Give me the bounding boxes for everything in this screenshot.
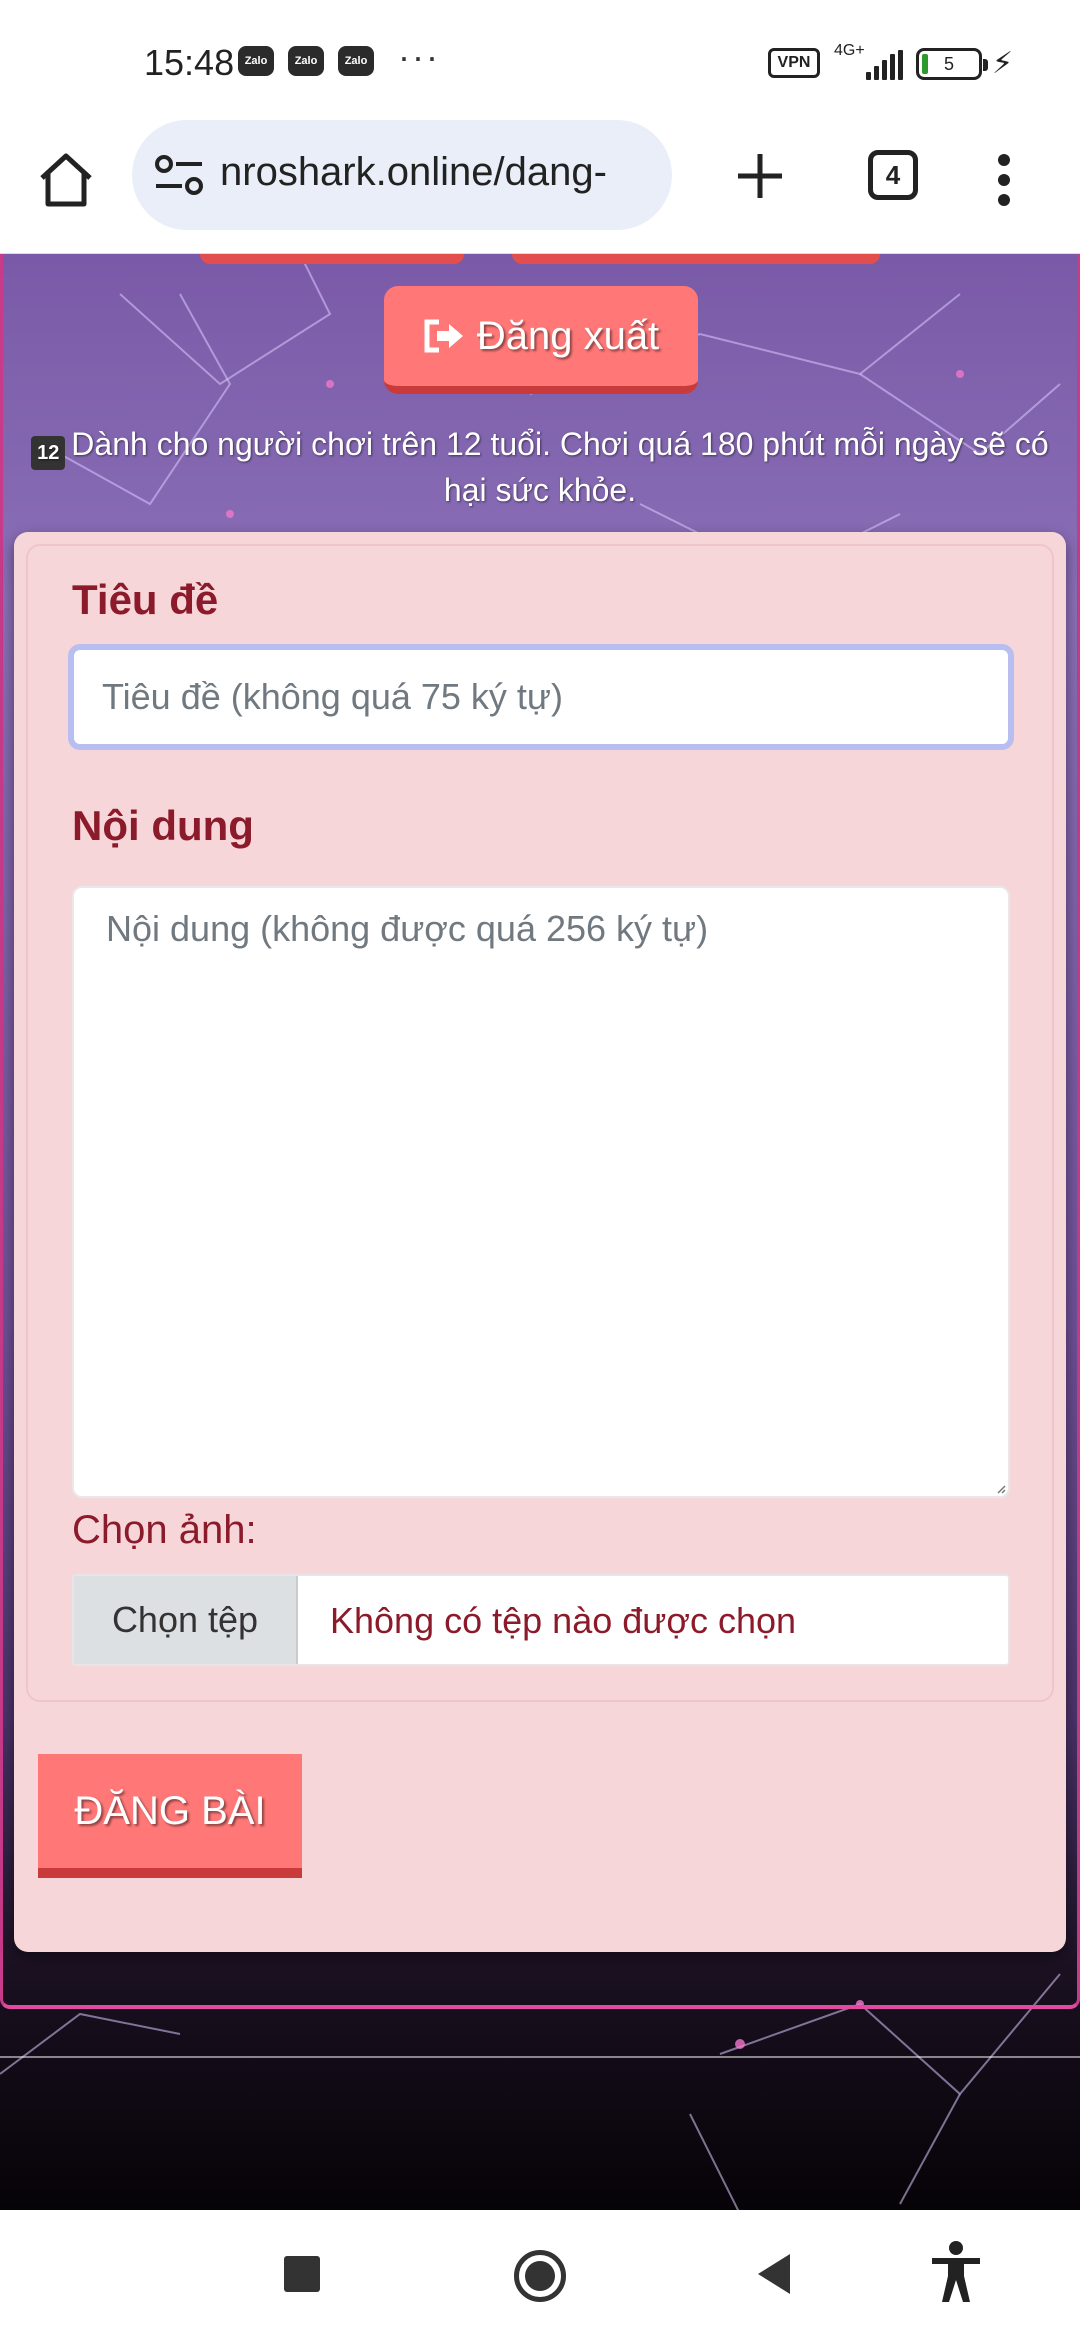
age-rating-icon: 12 [31, 436, 66, 470]
new-tab-icon[interactable] [730, 146, 790, 206]
url-text[interactable]: nroshark.online/dang- [220, 150, 660, 195]
back-icon[interactable] [758, 2254, 790, 2294]
logout-icon [424, 319, 463, 353]
age-warning: 12 Dành cho người chơi trên 12 tuổi. Chơi… [14, 424, 1066, 510]
battery-level: 5 [943, 53, 954, 74]
status-bar: 15:48 Zalo Zalo Zalo ··· VPN 4G+ 5 ⚡ [0, 0, 1080, 120]
footer-divider [0, 2056, 1080, 2058]
home-icon[interactable] [36, 150, 96, 210]
logout-label: Đăng xuất [476, 313, 660, 358]
more-notifications-icon: ··· [398, 36, 440, 77]
battery-icon: 5 [916, 48, 988, 80]
system-navigation-bar [0, 2210, 1080, 2340]
submit-post-button[interactable]: ĐĂNG BÀI [38, 1754, 302, 1878]
content-textarea[interactable] [72, 886, 1010, 1498]
file-status: Không có tệp nào được chọn [330, 1600, 797, 1641]
top-button-edge [200, 254, 464, 264]
browser-toolbar: nroshark.online/dang- 4 [0, 120, 1080, 254]
site-settings-icon[interactable] [152, 154, 206, 196]
signal-icon [866, 50, 904, 80]
page-content: Đăng xuất 12 Dành cho người chơi trên 12 … [0, 254, 1080, 2210]
charging-icon: ⚡ [992, 47, 1014, 80]
zalo-notification-icon: Zalo [238, 46, 274, 76]
title-label: Tiêu đề [72, 576, 219, 623]
content-label: Nội dung [72, 802, 254, 849]
post-form: Tiêu đề Nội dung Chọn ảnh: Chọn tệp Khôn… [14, 532, 1066, 1952]
address-bar[interactable]: nroshark.online/dang- [132, 120, 672, 230]
recent-apps-icon[interactable] [284, 2256, 320, 2292]
home-nav-icon[interactable] [514, 2250, 566, 2302]
more-menu-icon[interactable] [992, 150, 1016, 210]
file-input[interactable]: Chọn tệp Không có tệp nào được chọn [72, 1574, 1010, 1666]
status-time: 15:48 [144, 42, 235, 83]
zalo-notification-icon: Zalo [288, 46, 324, 76]
choose-file-button[interactable]: Chọn tệp [74, 1576, 298, 1664]
vpn-icon: VPN [768, 48, 820, 78]
zalo-notification-icon: Zalo [338, 46, 374, 76]
logout-button[interactable]: Đăng xuất [384, 286, 698, 394]
age-warning-text: Dành cho người chơi trên 12 tuổi. Chơi q… [71, 426, 1049, 508]
tab-switcher-button[interactable]: 4 [868, 150, 918, 200]
resize-handle-icon[interactable] [996, 1484, 1006, 1494]
image-label: Chọn ảnh: [72, 1508, 257, 1552]
title-input[interactable] [68, 644, 1014, 750]
network-type: 4G+ [834, 42, 865, 59]
accessibility-icon[interactable] [928, 2240, 984, 2304]
top-button-edge [512, 254, 880, 264]
